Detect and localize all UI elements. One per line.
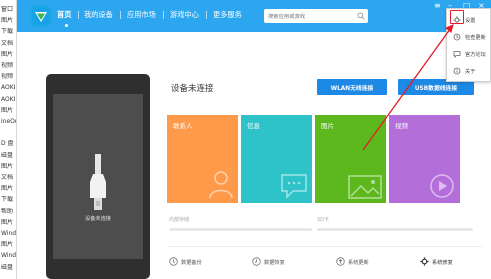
tile-label: 联系人	[173, 122, 193, 130]
background-window-text: 下载	[1, 196, 14, 204]
repair-gear-icon	[420, 257, 429, 266]
screen: 窗口 图片 下载 文档 图片 视频 视频 AOKI AOKI 图片 ineOr D 盘磁盘 图片 文档 图片…	[0, 0, 491, 279]
tile-videos[interactable]: 视频	[389, 115, 460, 203]
menu-item-label: 设置	[465, 18, 476, 24]
repair-label: 系统修复	[432, 260, 453, 266]
menu-item-label: 官方论坛	[465, 52, 486, 58]
nav-home[interactable]: 首页	[57, 10, 71, 20]
contacts-icon	[209, 171, 233, 199]
menu-item-label: 检查更新	[465, 35, 486, 41]
tile-label: 视频	[395, 122, 408, 130]
nav-separator	[163, 11, 164, 19]
usb-cable-icon	[90, 154, 106, 210]
background-window-text: 视频	[1, 73, 14, 81]
background-window-text: 文档	[1, 39, 14, 47]
nav-separator	[78, 11, 79, 19]
menu-item-forum[interactable]: 官方论坛	[447, 46, 491, 62]
background-window-text: 窗口	[1, 6, 14, 13]
restore-label: 数据恢复	[264, 260, 285, 266]
background-window-text: 下载	[1, 28, 14, 36]
background-window-text: Wind	[1, 230, 16, 237]
search-placeholder: 搜索应用或游戏	[268, 14, 306, 20]
system-update-button[interactable]: 系统更新	[336, 257, 396, 267]
app-logo	[30, 5, 52, 27]
restore-icon	[252, 257, 261, 266]
nav-separator	[120, 11, 121, 19]
app-window: 首页 我的设备 应用市场 游戏中心 更多服务 搜索应用或游戏 ≡ – □ × 设…	[17, 0, 491, 279]
update-icon	[336, 257, 345, 266]
menu-item-label: 关于	[465, 69, 476, 75]
background-window-text: Wind	[1, 252, 16, 260]
message-icon	[281, 174, 307, 199]
background-window-text: 图片	[1, 106, 14, 114]
nav-more-services[interactable]: 更多服务	[213, 10, 242, 20]
search-icon[interactable]	[357, 12, 365, 20]
update-label: 系统更新	[348, 260, 369, 266]
top-bar: 首页 我的设备 应用市场 游戏中心 更多服务 搜索应用或游戏 ≡ – □ ×	[17, 0, 491, 32]
backup-label: 数据备份	[181, 260, 202, 266]
tile-label: 图片	[321, 122, 334, 130]
search-input[interactable]: 搜索应用或游戏	[264, 9, 368, 23]
background-window-text: 图片	[1, 185, 14, 193]
tile-messages[interactable]: 信息	[241, 115, 312, 203]
forum-icon	[453, 51, 461, 58]
background-window-text: AOKI	[1, 84, 16, 92]
menu-icon[interactable]: ≡	[434, 2, 441, 10]
backup-icon	[169, 257, 178, 266]
background-window-text: 图片	[1, 218, 14, 226]
background-window-text: 视频	[1, 62, 14, 69]
background-window-text: 图片	[1, 50, 14, 58]
bottom-divider	[167, 246, 483, 247]
logo-icon	[32, 7, 50, 25]
info-icon	[453, 67, 461, 75]
nav-app-market[interactable]: 应用市场	[127, 10, 156, 20]
background-window-text: 帮助	[1, 207, 14, 215]
connection-status: 设备未连接	[171, 84, 214, 94]
menu-item-about[interactable]: 关于	[447, 63, 491, 79]
menu-item-check-update[interactable]: 检查更新	[447, 29, 491, 45]
phone-caption: 设备未连接	[85, 216, 111, 222]
background-window-text: AOKI	[1, 95, 16, 103]
wlan-connect-button[interactable]: WLAN无线连接	[317, 79, 387, 95]
background-window-text: 图片	[1, 162, 14, 170]
background-window-text: D 盘	[1, 140, 14, 148]
nav-active-indicator	[65, 24, 68, 27]
background-window-text: 磁盘	[1, 263, 14, 271]
nav-game-center[interactable]: 游戏中心	[170, 10, 199, 20]
background-window-text: 图片	[1, 17, 14, 25]
sd-card-label: SD卡	[317, 217, 330, 223]
background-window-strip: 窗口 图片 下载 文档 图片 视频 视频 AOKI AOKI 图片 ineOr D 盘磁盘 图片 文档 图片…	[0, 0, 17, 279]
nav-separator	[206, 11, 207, 19]
tile-label: 信息	[247, 122, 260, 130]
video-icon	[430, 174, 454, 198]
sd-card-bar	[317, 228, 473, 231]
phone-illustration: 设备未连接	[46, 74, 150, 279]
data-restore-button[interactable]: 数据恢复	[252, 257, 312, 267]
internal-storage-label: 内部存储	[169, 217, 190, 223]
background-window-text: 文档	[1, 174, 14, 181]
tile-contacts[interactable]: 联系人	[167, 115, 238, 203]
refresh-icon	[453, 33, 461, 41]
nav-my-device[interactable]: 我的设备	[84, 10, 113, 20]
phone-screen: 设备未连接	[53, 94, 143, 259]
background-window-text: ineOr	[1, 118, 16, 125]
settings-highlight-box	[450, 10, 464, 24]
system-repair-button[interactable]: 系统修复	[420, 257, 480, 267]
picture-icon	[348, 175, 382, 199]
tile-pictures[interactable]: 图片	[315, 115, 386, 203]
internal-storage-bar	[169, 228, 312, 231]
background-window-text: 磁盘	[1, 151, 14, 159]
background-window-text: 图片	[1, 241, 14, 249]
data-backup-button[interactable]: 数据备份	[169, 257, 229, 267]
